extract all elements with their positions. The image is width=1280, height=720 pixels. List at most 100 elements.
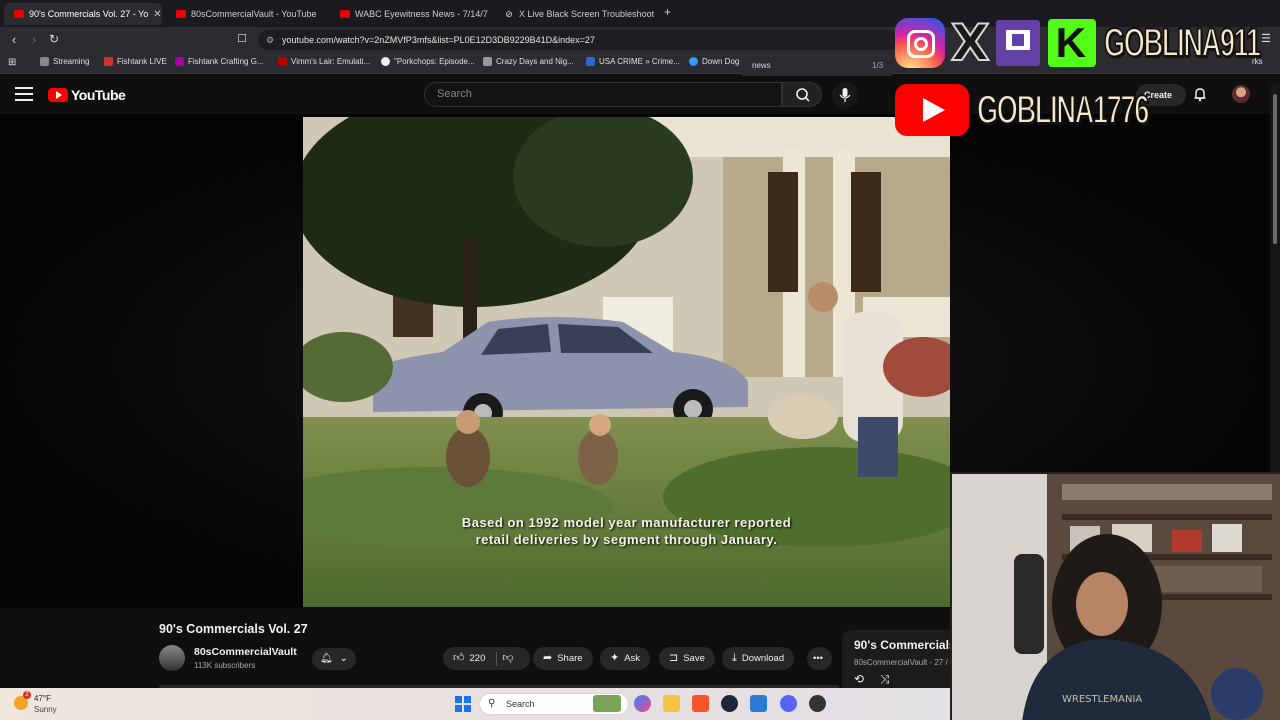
- download-button[interactable]: ⤓ Download: [722, 647, 795, 670]
- search-icon: [796, 88, 810, 102]
- bookmark-fishtank-live[interactable]: Fishtank LIVE: [104, 57, 167, 66]
- steam-icon[interactable]: [721, 695, 738, 712]
- save-button[interactable]: ⊐ Save: [659, 647, 715, 670]
- like-count[interactable]: 220: [470, 647, 486, 670]
- fishtank-icon: [104, 57, 113, 66]
- tab-80scommercialvault[interactable]: 80sCommercialVault - YouTube: [166, 3, 326, 25]
- youtube-icon: [14, 10, 24, 18]
- video-caption-line2: retail deliveries by segment through Jan…: [475, 532, 778, 547]
- youtube-icon: [176, 10, 186, 18]
- reload-icon[interactable]: ↻: [46, 32, 62, 46]
- social-media-overlay: X GOBLINA911 GOBLINA1776: [893, 16, 1273, 140]
- thumbs-up-icon[interactable]: 👍︎: [453, 647, 465, 670]
- page-icon: [483, 57, 492, 66]
- divider: [496, 651, 498, 666]
- forward-icon[interactable]: ›: [26, 32, 42, 47]
- tab-active[interactable]: 90's Commercials Vol. 27 - Yo ✕: [4, 3, 162, 25]
- bookmark-icon[interactable]: ☐: [234, 32, 250, 45]
- youtube-logo-icon: [895, 84, 969, 136]
- search-input[interactable]: Search: [424, 82, 782, 107]
- search-button[interactable]: [782, 82, 822, 107]
- page-icon: [175, 57, 184, 66]
- notification-badge: 2: [23, 691, 31, 699]
- tab-title: X Live Black Screen Troubleshooting: [519, 9, 654, 19]
- url-field[interactable]: ⚙ youtube.com/watch?v=2nZMVfP3mfs&list=P…: [258, 30, 898, 50]
- close-tab-icon[interactable]: ✕: [153, 9, 162, 20]
- share-button[interactable]: ➦ Share: [533, 647, 593, 670]
- tab-x-troubleshooting[interactable]: ⊘ X Live Black Screen Troubleshooting: [494, 3, 654, 25]
- subscription-bell-button[interactable]: 🔔︎ ⌄: [312, 648, 356, 670]
- bookmark-save-icon: ⊐: [669, 652, 679, 664]
- page-icon: [689, 57, 698, 66]
- tab-title: WABC Eyewitness News - 7/14/77 - Y: [355, 9, 488, 19]
- bookmark-vimms-lair[interactable]: Vimm's Lair: Emulati...: [278, 57, 370, 66]
- search-highlight-icon: [593, 695, 621, 712]
- streamer-handle-2: GOBLINA1776: [976, 87, 1150, 133]
- share-icon: ➦: [543, 652, 553, 664]
- brave-browser-icon[interactable]: [692, 695, 709, 712]
- channel-name[interactable]: 80sCommercialVault: [194, 646, 297, 658]
- tab-title: 90's Commercials Vol. 27 - Yo: [29, 9, 149, 19]
- twitch-icon: [995, 20, 1040, 66]
- voice-search-button[interactable]: [832, 82, 858, 108]
- temperature: 47°F: [34, 694, 51, 703]
- hamburger-menu-icon[interactable]: [15, 87, 33, 101]
- file-explorer-icon[interactable]: [663, 695, 680, 712]
- more-actions-button[interactable]: •••: [807, 647, 832, 670]
- copilot-icon[interactable]: [634, 695, 651, 712]
- webcam-overlay: WRESTLEMANIA: [950, 472, 1280, 720]
- microphone-icon: [839, 88, 851, 102]
- more-icon: •••: [813, 653, 823, 664]
- bookmark-streaming[interactable]: Streaming: [40, 57, 89, 66]
- bookmark-crazy-days[interactable]: Crazy Days and Nig...: [483, 57, 574, 66]
- bookmark-porkchops[interactable]: "Porkchops: Episode...: [381, 57, 475, 66]
- playlist-title: 90's Commercials: [854, 638, 956, 652]
- tab-wabc-news[interactable]: WABC Eyewitness News - 7/14/77 - Y: [330, 3, 488, 25]
- find-count: 1/3: [872, 61, 884, 70]
- like-dislike-group: 👍︎ 220 👎︎: [443, 647, 530, 670]
- sparkle-icon: ✦: [610, 652, 620, 664]
- back-icon[interactable]: ‹: [6, 32, 22, 47]
- svg-text:WRESTLEMANIA: WRESTLEMANIA: [1062, 694, 1142, 705]
- bookmark-usa-crime[interactable]: USA CRIME » Crime...: [586, 57, 680, 66]
- tab-title: 80sCommercialVault - YouTube: [191, 9, 317, 19]
- shuffle-icon[interactable]: ⤨: [880, 672, 890, 687]
- bookmark-down-dog[interactable]: Down Dog: [689, 57, 739, 66]
- apps-icon[interactable]: ⊞: [8, 57, 16, 68]
- page-icon: [586, 57, 595, 66]
- streamer-handle-1: GOBLINA911: [1103, 20, 1261, 66]
- playlist-panel[interactable]: 90's Commercials 80sCommercialVault - 27…: [842, 630, 962, 688]
- channel-avatar[interactable]: [159, 645, 185, 671]
- youtube-logo[interactable]: YouTube: [48, 87, 126, 103]
- playlist-subtitle: 80sCommercialVault - 27 /: [854, 658, 948, 667]
- instagram-icon: [895, 18, 945, 68]
- subscriber-count: 113K subscribers: [194, 661, 256, 670]
- video-caption-line1: Based on 1992 model year manufacturer re…: [461, 515, 792, 530]
- bookmark-fishtank-crafting[interactable]: Fishtank Crafting G...: [175, 57, 264, 66]
- download-icon: ⤓: [732, 652, 737, 664]
- folder-icon: [40, 57, 49, 66]
- video-title: 90's Commercials Vol. 27: [159, 622, 308, 636]
- thumbs-down-icon[interactable]: 👎︎: [502, 647, 513, 670]
- x-icon: ⊘: [505, 9, 513, 19]
- page-icon: [278, 57, 287, 66]
- new-tab-icon[interactable]: +: [664, 5, 671, 19]
- bell-icon: 🔔︎: [320, 653, 333, 664]
- notepad-icon[interactable]: [750, 695, 767, 712]
- scrollbar-thumb[interactable]: [1273, 94, 1277, 244]
- ask-button[interactable]: ✦ Ask: [600, 647, 651, 670]
- kick-icon: [1047, 19, 1096, 67]
- windows-start-icon[interactable]: [455, 696, 471, 712]
- youtube-icon: [340, 10, 350, 18]
- video-frame[interactable]: Based on 1992 model year manufacturer re…: [303, 117, 950, 607]
- chevron-down-icon: ⌄: [339, 653, 348, 664]
- loop-icon[interactable]: ⟲: [854, 672, 864, 686]
- discord-icon[interactable]: [780, 695, 797, 712]
- find-input[interactable]: news: [752, 61, 771, 70]
- youtube-play-icon: [48, 88, 68, 102]
- find-bar: news 1/3: [742, 55, 892, 77]
- webcam-feed: WRESTLEMANIA: [952, 474, 1280, 720]
- url-text: youtube.com/watch?v=2nZMVfP3mfs&list=PL0…: [282, 35, 595, 45]
- site-info-icon[interactable]: ⚙: [266, 30, 274, 50]
- obs-icon[interactable]: [809, 695, 826, 712]
